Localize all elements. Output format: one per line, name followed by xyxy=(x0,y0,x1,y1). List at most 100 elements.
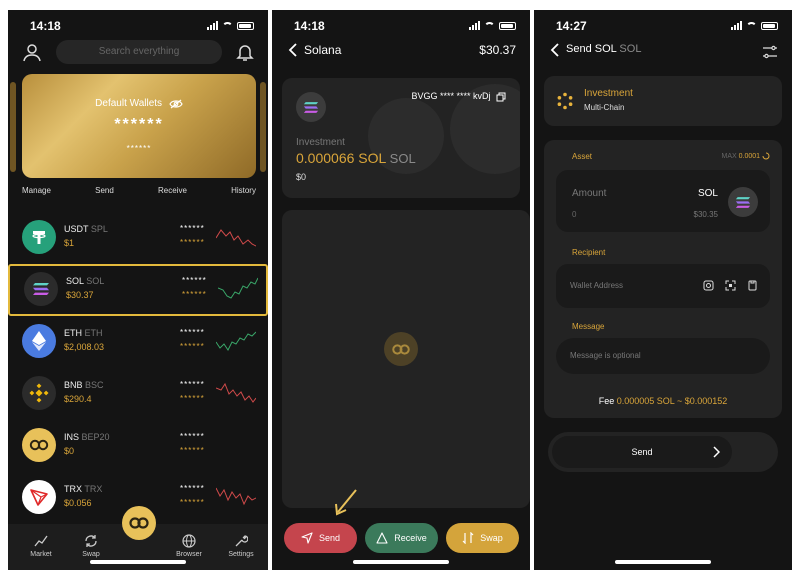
asset-value: ****** xyxy=(180,342,205,351)
asset-balance: ****** xyxy=(180,432,205,441)
signal-icon xyxy=(731,21,742,30)
asset-balance: ****** xyxy=(180,484,205,493)
tab-browser[interactable]: Browser xyxy=(164,534,214,558)
battery-icon xyxy=(761,21,778,30)
manage-button[interactable]: Manage xyxy=(22,186,51,195)
recipient-field[interactable]: Wallet Address xyxy=(556,264,770,308)
asset-row-ins[interactable]: INS BEP20 $0 ****** ****** xyxy=(8,420,268,472)
wallet-actions: Manage Send Receive History xyxy=(22,186,256,195)
receive-button[interactable]: Receive xyxy=(158,186,187,195)
wrench-icon xyxy=(235,535,248,547)
wifi-icon xyxy=(222,21,233,30)
tab-market[interactable]: Market xyxy=(16,534,66,558)
send-form: Asset MAX 0.0001 Amount 0 SOL $30.35 Rec… xyxy=(544,140,782,418)
asset-price: $0.056 xyxy=(64,498,92,508)
center-logo-button[interactable] xyxy=(122,506,156,540)
recipient-label: Recipient xyxy=(572,248,606,257)
asset-value: ****** xyxy=(182,290,207,299)
card-title-text: Default Wallets xyxy=(95,98,163,109)
max-value: 0.0001 xyxy=(738,152,761,160)
max-label: MAX xyxy=(721,152,737,160)
message-label: Message xyxy=(572,322,605,331)
send-button[interactable]: Send xyxy=(284,523,357,553)
asset-network: TRX xyxy=(84,484,103,494)
max-control[interactable]: MAX 0.0001 xyxy=(722,152,771,160)
asset-symbol: BNB xyxy=(64,380,83,390)
address-text: BVGG **** **** kvDj xyxy=(411,91,491,101)
tab-label: Browser xyxy=(176,551,202,558)
asset-row-eth[interactable]: ETH ETH $2,008.03 ****** ****** xyxy=(8,316,268,368)
amount-input[interactable]: 0 xyxy=(572,210,576,219)
wallet-address: BVGG **** **** kvDj xyxy=(411,91,506,102)
sparkline-chart xyxy=(216,382,256,403)
receive-icon xyxy=(376,532,388,544)
amount-unit: SOL xyxy=(389,151,416,166)
send-button[interactable]: Send xyxy=(552,436,732,468)
asset-network: SPL xyxy=(90,224,108,234)
solana-icon xyxy=(24,272,58,306)
settings-sliders-icon[interactable] xyxy=(762,44,778,60)
wallet-card[interactable]: Default Wallets ****** ****** xyxy=(22,74,256,178)
asset-value: ****** xyxy=(180,446,205,455)
slide-to-send[interactable]: Send xyxy=(548,432,778,472)
message-input[interactable]: Message is optional xyxy=(570,351,641,360)
address-book-icon[interactable] xyxy=(747,280,758,291)
sparkline-chart xyxy=(216,331,256,351)
system-icons xyxy=(207,21,254,30)
tab-settings[interactable]: Settings xyxy=(216,534,266,558)
page-title-text: Send SOL xyxy=(566,43,617,55)
currency-usd: $30.35 xyxy=(693,210,718,219)
asset-row-bnb[interactable]: BNB BSC $290.4 ****** ****** xyxy=(8,368,268,420)
asset-label: Asset xyxy=(572,152,593,161)
status-bar: 14:18 xyxy=(272,10,530,40)
status-bar: 14:27 xyxy=(534,10,792,40)
back-chevron-icon[interactable] xyxy=(548,42,562,58)
sparkline-chart xyxy=(216,487,256,506)
bell-icon[interactable] xyxy=(236,42,254,62)
account-usd: $0 xyxy=(296,172,307,182)
asset-symbol: TRX xyxy=(64,484,82,494)
system-icons xyxy=(469,21,516,30)
ins-logo-icon xyxy=(22,428,56,462)
asset-symbol: ETH xyxy=(64,328,82,338)
wallet-selector[interactable]: Investment Multi-Chain xyxy=(544,76,782,126)
tab-label: Swap xyxy=(82,551,100,558)
asset-symbol: INS xyxy=(64,432,80,442)
asset-price: $1 xyxy=(64,238,75,248)
nav-bar: Send SOL SOL xyxy=(534,40,792,64)
card-edge-right xyxy=(260,82,266,172)
camera-icon[interactable] xyxy=(703,280,714,291)
message-field[interactable]: Message is optional xyxy=(556,338,770,374)
asset-price: $0 xyxy=(64,446,75,456)
status-time: 14:18 xyxy=(294,19,325,33)
amount-field[interactable]: Amount 0 SOL $30.35 xyxy=(556,170,770,232)
history-button[interactable]: History xyxy=(231,186,256,195)
tab-label: Market xyxy=(30,551,52,558)
wallet-address-input[interactable]: Wallet Address xyxy=(570,281,623,290)
battery-icon xyxy=(499,21,516,30)
user-icon[interactable] xyxy=(22,42,42,62)
tab-label: Settings xyxy=(228,551,254,558)
search-input[interactable]: Search everything xyxy=(56,40,222,64)
send-arrow-icon xyxy=(301,532,313,544)
asset-balance: ****** xyxy=(182,276,207,285)
scan-qr-icon[interactable] xyxy=(725,280,736,291)
back-chevron-icon[interactable] xyxy=(286,42,300,58)
solana-icon[interactable] xyxy=(728,187,758,217)
send-button[interactable]: Send xyxy=(95,186,114,195)
account-card: BVGG **** **** kvDj Investment 0.000066 … xyxy=(282,78,520,198)
eye-off-icon[interactable] xyxy=(169,99,183,109)
receive-button[interactable]: Receive xyxy=(365,523,438,553)
wallet-name: Investment xyxy=(584,88,633,99)
status-time: 14:18 xyxy=(30,19,61,33)
swap-label: Swap xyxy=(480,533,503,543)
asset-symbol: SOL xyxy=(66,276,84,286)
chevron-right-icon xyxy=(713,446,720,458)
asset-row-usdt[interactable]: USDT SPL $1 ****** ****** xyxy=(8,212,268,264)
tab-swap[interactable]: Swap xyxy=(66,534,116,558)
swap-button[interactable]: Swap xyxy=(446,523,519,553)
wallet-logo-icon xyxy=(557,92,573,110)
copy-icon[interactable] xyxy=(496,92,506,102)
asset-row-sol[interactable]: SOL SOL $30.37 ****** ****** xyxy=(8,264,268,316)
currency-symbol: SOL xyxy=(697,188,718,199)
